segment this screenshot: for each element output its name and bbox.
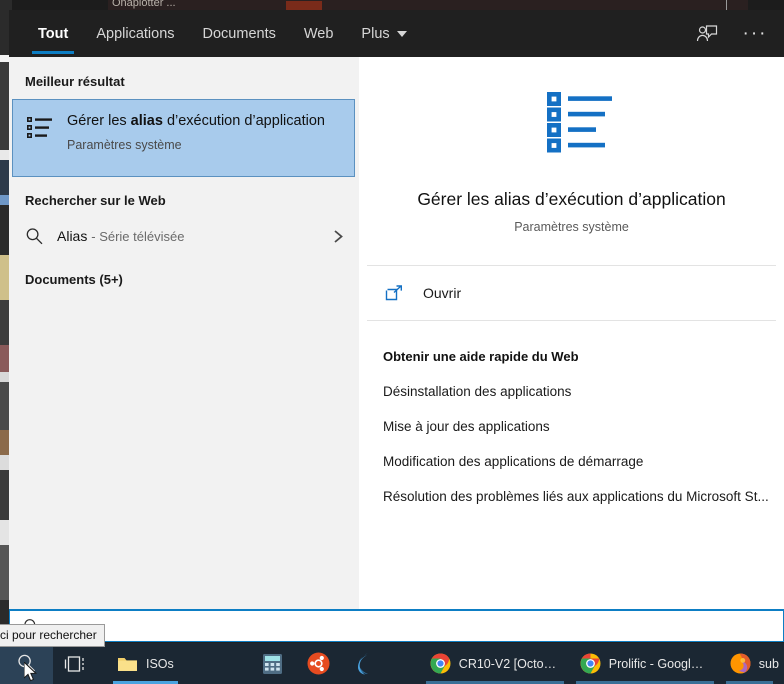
help-link[interactable]: Résolution des problèmes liés aux applic…	[383, 489, 784, 504]
preview-subtitle: Paramètres système	[514, 220, 629, 234]
title-highlight: alias	[130, 113, 163, 129]
best-result-item[interactable]: Gérer les alias d’exécution d’applicatio…	[12, 99, 355, 177]
best-result-text: Gérer les alias d’exécution d’applicatio…	[67, 112, 325, 152]
screen: Onaplotter ... Tout Applications Documen…	[0, 0, 784, 684]
taskbar-item-chrome-prolific[interactable]: Prolific - Google C...	[570, 643, 720, 684]
best-result-heading: Meilleur résultat	[25, 74, 125, 89]
header-actions: ···	[692, 10, 770, 57]
help-link[interactable]: Désinstallation des applications	[383, 384, 784, 399]
web-search-label: Alias - Série télévisée	[57, 228, 184, 244]
best-result-title: Gérer les alias d’exécution d’applicatio…	[67, 112, 325, 131]
chevron-right-icon[interactable]	[332, 229, 345, 244]
background-window-title: Onaplotter ...	[112, 0, 176, 9]
search-tooltip: ci pour rechercher	[0, 624, 105, 647]
tab-tout[interactable]: Tout	[24, 10, 82, 57]
open-external-icon	[385, 284, 407, 303]
results-pane: Meilleur résultat Gérer les alias d’exéc…	[9, 57, 359, 620]
taskbar-item-label: sub	[758, 656, 779, 671]
tab-web[interactable]: Web	[290, 10, 348, 57]
mouse-cursor	[23, 660, 40, 684]
web-search-item[interactable]: Alias - Série télévisée	[9, 218, 359, 254]
chevron-down-icon	[396, 30, 407, 37]
open-action[interactable]: Ouvrir	[359, 266, 784, 320]
best-result-subtitle: Paramètres système	[67, 138, 182, 152]
title-part-1: Gérer les	[67, 113, 131, 129]
title-part-2: d’exécution d’application	[162, 113, 325, 129]
ellipsis-glyph: ···	[742, 22, 768, 44]
tab-label: Documents	[202, 25, 276, 42]
tab-list: Tout Applications Documents Web Plus	[24, 10, 421, 57]
tab-documents[interactable]: Documents	[189, 10, 290, 57]
documents-heading: Documents (5+)	[25, 272, 123, 287]
search-input[interactable]: alias	[9, 609, 784, 642]
background-window-accent	[286, 1, 322, 10]
web-search-descriptor: - Série télévisée	[91, 229, 185, 244]
taskbar-item-calculator[interactable]	[250, 643, 295, 684]
search-flyout: Tout Applications Documents Web Plus ···…	[9, 10, 784, 620]
web-help-section: Obtenir une aide rapide du Web Désinstal…	[359, 321, 784, 504]
background-window-caret	[726, 0, 727, 10]
taskbar-item-firefox[interactable]: sub	[720, 643, 779, 684]
calculator-icon	[262, 653, 283, 675]
preview-title: Gérer les alias d’exécution d’applicatio…	[417, 189, 726, 209]
search-icon	[25, 227, 45, 246]
tab-label: Tout	[38, 25, 69, 42]
taskbar-item-ubuntu[interactable]	[295, 643, 342, 684]
settings-list-icon	[25, 114, 55, 144]
taskbar-item-label: CR10-V2 [OctoPrint...	[458, 656, 560, 671]
taskbar-item-blueapp[interactable]	[342, 643, 388, 684]
chrome-icon	[430, 653, 451, 674]
preview-pane: Gérer les alias d’exécution d’applicatio…	[359, 57, 784, 620]
blue-app-icon	[354, 652, 376, 675]
help-link[interactable]: Mise à jour des applications	[383, 419, 784, 434]
more-options-icon[interactable]: ···	[740, 19, 770, 49]
tab-label: Web	[303, 25, 334, 42]
web-help-heading: Obtenir une aide rapide du Web	[383, 349, 579, 364]
taskbar-item-label: ISOs	[146, 656, 174, 671]
firefox-icon	[730, 653, 751, 674]
taskbar: ISOs CR10-V2 [OctoPri Prolific - Google …	[0, 643, 784, 684]
tab-label: Applications	[96, 25, 175, 42]
task-view-button[interactable]	[53, 643, 99, 684]
taskbar-item-chrome-octoprint[interactable]: CR10-V2 [OctoPrint...	[420, 643, 570, 684]
flyout-body: Meilleur résultat Gérer les alias d’exéc…	[9, 57, 784, 620]
web-search-heading: Rechercher sur le Web	[25, 193, 166, 208]
settings-list-icon	[531, 91, 613, 153]
chrome-icon	[580, 653, 601, 674]
ubuntu-icon	[307, 652, 330, 675]
search-input-inner: alias	[10, 611, 783, 641]
web-search-term: Alias	[57, 228, 88, 244]
help-link[interactable]: Modification des applications de démarra…	[383, 454, 784, 469]
feedback-icon[interactable]	[692, 19, 722, 49]
tab-plus[interactable]: Plus	[347, 10, 420, 57]
app-preview: Gérer les alias d’exécution d’applicatio…	[359, 57, 784, 234]
open-action-label: Ouvrir	[423, 285, 462, 301]
flyout-header: Tout Applications Documents Web Plus ···	[9, 10, 784, 57]
tab-label: Plus	[361, 25, 390, 42]
tab-applications[interactable]: Applications	[82, 10, 188, 57]
taskbar-item-label: Prolific - Google C...	[608, 656, 710, 671]
taskbar-item-isos[interactable]: ISOs	[107, 643, 184, 684]
folder-icon	[117, 655, 138, 673]
